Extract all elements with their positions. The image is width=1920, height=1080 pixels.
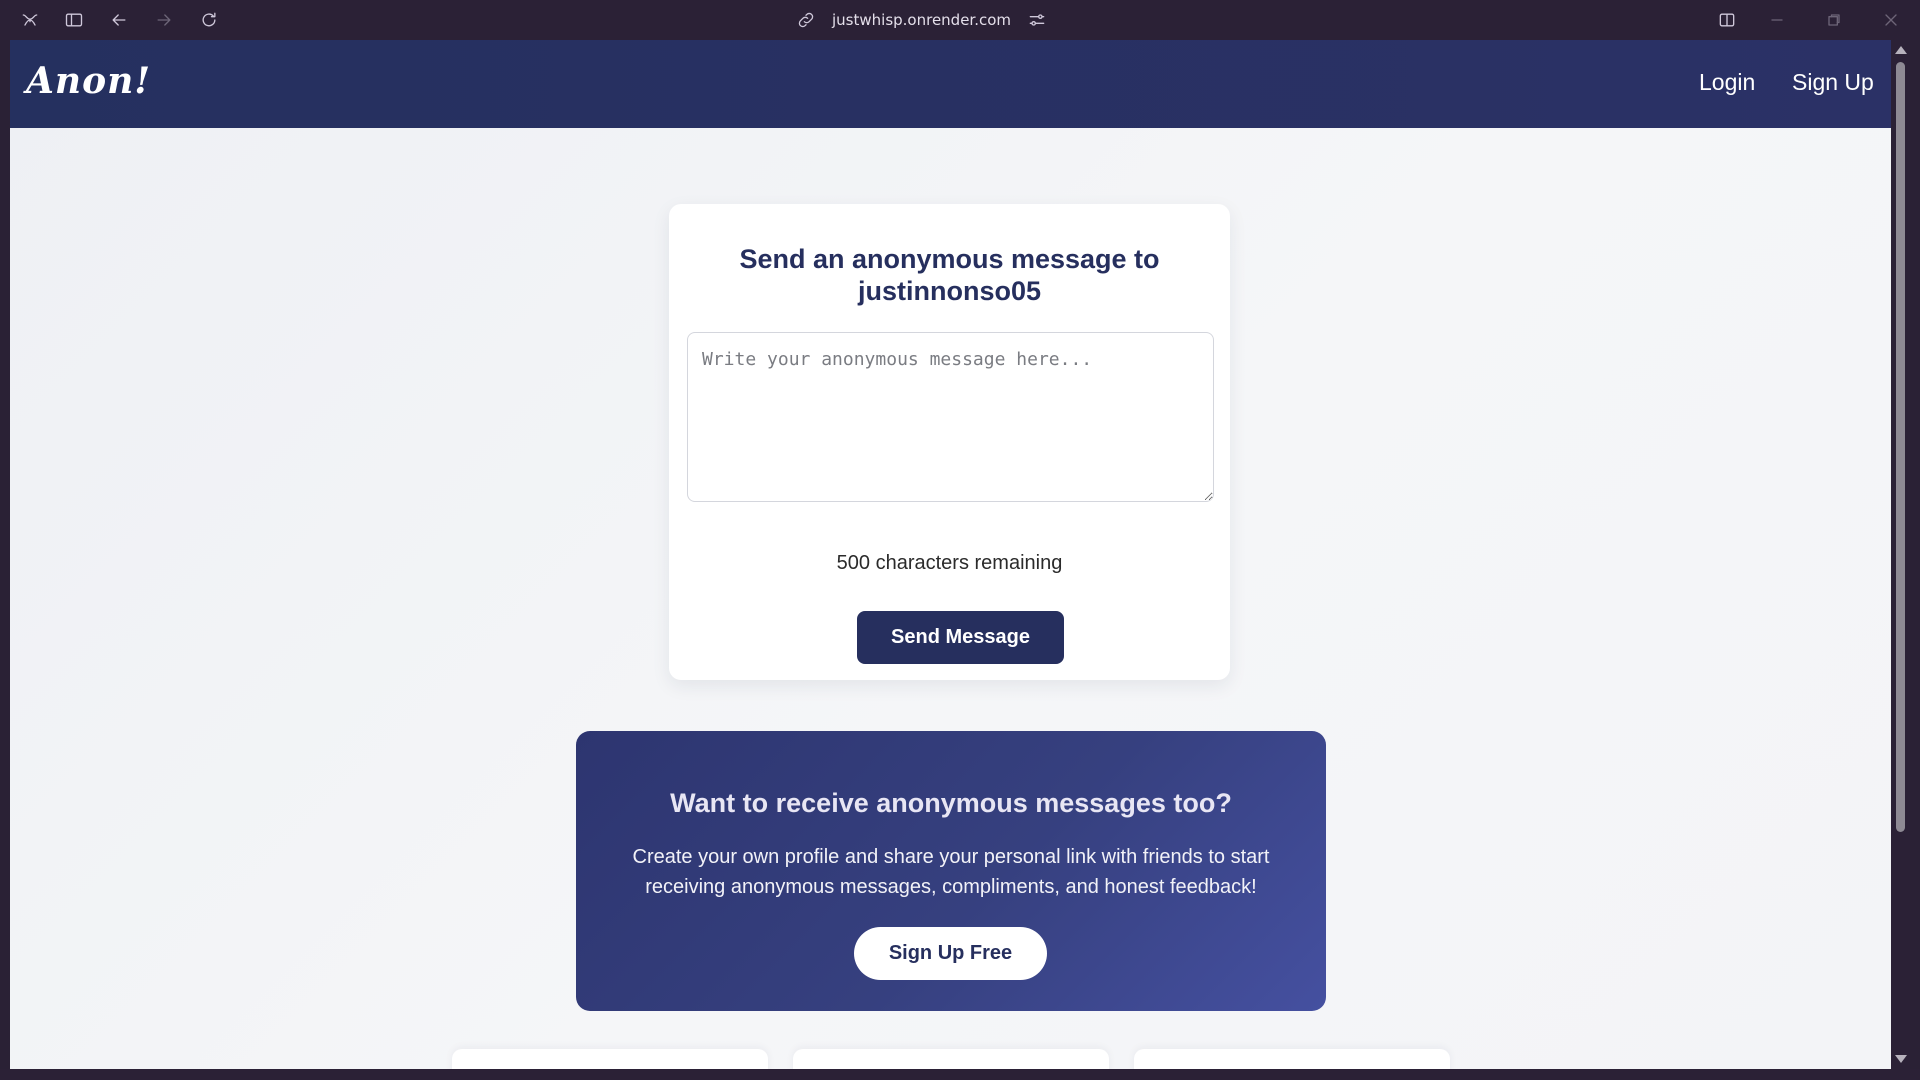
send-message-card: Send an anonymous message to justinnonso… — [669, 204, 1230, 680]
minimize-icon[interactable] — [1765, 8, 1789, 32]
forward-icon[interactable] — [152, 8, 176, 32]
window-bottom-edge — [0, 1069, 1920, 1080]
cta-body-line2: receiving anonymous messages, compliment… — [645, 876, 1257, 898]
site-logo[interactable]: Anon! — [26, 60, 151, 102]
page-viewport: Anon! Login Sign Up Send an anonymous me… — [10, 40, 1891, 1069]
message-textarea[interactable] — [687, 332, 1214, 502]
feature-card — [1134, 1049, 1450, 1069]
send-message-button[interactable]: Send Message — [857, 611, 1064, 664]
scrollbar-thumb[interactable] — [1896, 62, 1905, 832]
site-navbar: Anon! Login Sign Up — [10, 40, 1891, 128]
browser-menu-icon[interactable] — [18, 8, 42, 32]
nav-signup-link[interactable]: Sign Up — [1792, 69, 1874, 96]
site-settings-icon[interactable] — [1027, 10, 1047, 30]
card-heading: Send an anonymous message to justinnonso… — [669, 243, 1230, 307]
card-heading-line1: Send an anonymous message to — [739, 244, 1160, 274]
nav-login-link[interactable]: Login — [1699, 69, 1755, 96]
scroll-down-arrow-icon[interactable] — [1895, 1055, 1907, 1063]
address-url[interactable]: justwhisp.onrender.com — [832, 11, 1011, 29]
browser-toolbar: justwhisp.onrender.com — [0, 0, 1920, 40]
feature-card — [452, 1049, 768, 1069]
chars-remaining: 500 characters remaining — [836, 552, 1063, 574]
sidebar-toggle-icon[interactable] — [62, 8, 86, 32]
cta-heading: Want to receive anonymous messages too? — [670, 788, 1232, 818]
restore-icon[interactable] — [1822, 8, 1846, 32]
address-bar[interactable]: justwhisp.onrender.com — [796, 6, 1056, 34]
split-view-icon[interactable] — [1715, 8, 1739, 32]
cta-body-line1: Create your own profile and share your p… — [632, 846, 1270, 868]
feature-card — [793, 1049, 1109, 1069]
back-icon[interactable] — [107, 8, 131, 32]
close-icon[interactable] — [1879, 8, 1903, 32]
recipient-username: justinnonso05 — [857, 276, 1041, 306]
link-icon — [796, 10, 816, 30]
page-scrollbar[interactable] — [1891, 40, 1910, 1069]
signup-cta-panel: Want to receive anonymous messages too? … — [576, 731, 1326, 1011]
cta-body: Create your own profile and share your p… — [616, 842, 1286, 902]
scroll-up-arrow-icon[interactable] — [1895, 46, 1907, 54]
reload-icon[interactable] — [197, 8, 221, 32]
signup-free-button[interactable]: Sign Up Free — [854, 927, 1047, 980]
